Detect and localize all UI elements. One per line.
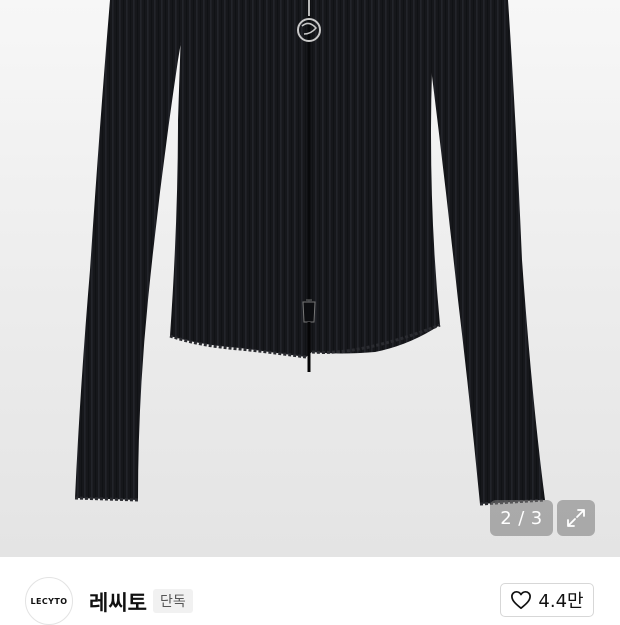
current-page: 2	[500, 507, 513, 529]
expand-button[interactable]	[557, 500, 595, 536]
expand-arrows-icon	[567, 509, 585, 527]
exclusive-badge: 단독	[153, 589, 193, 613]
total-pages: 3	[530, 507, 543, 529]
product-image	[74, 0, 546, 506]
page-separator: /	[518, 507, 525, 529]
product-image-gallery[interactable]: 2 / 3	[0, 0, 620, 557]
brand-logo-text: LECYTO	[30, 596, 68, 606]
brand-name-link[interactable]: 레씨토	[89, 587, 147, 617]
like-count: 4.4만	[538, 591, 584, 612]
heart-outline-icon	[511, 590, 532, 610]
like-button[interactable]: 4.4만	[500, 583, 594, 617]
page-indicator: 2 / 3	[490, 500, 553, 536]
brand-bar: LECYTO 레씨토 단독 4.4만	[0, 557, 620, 625]
brand-logo[interactable]: LECYTO	[25, 577, 73, 625]
